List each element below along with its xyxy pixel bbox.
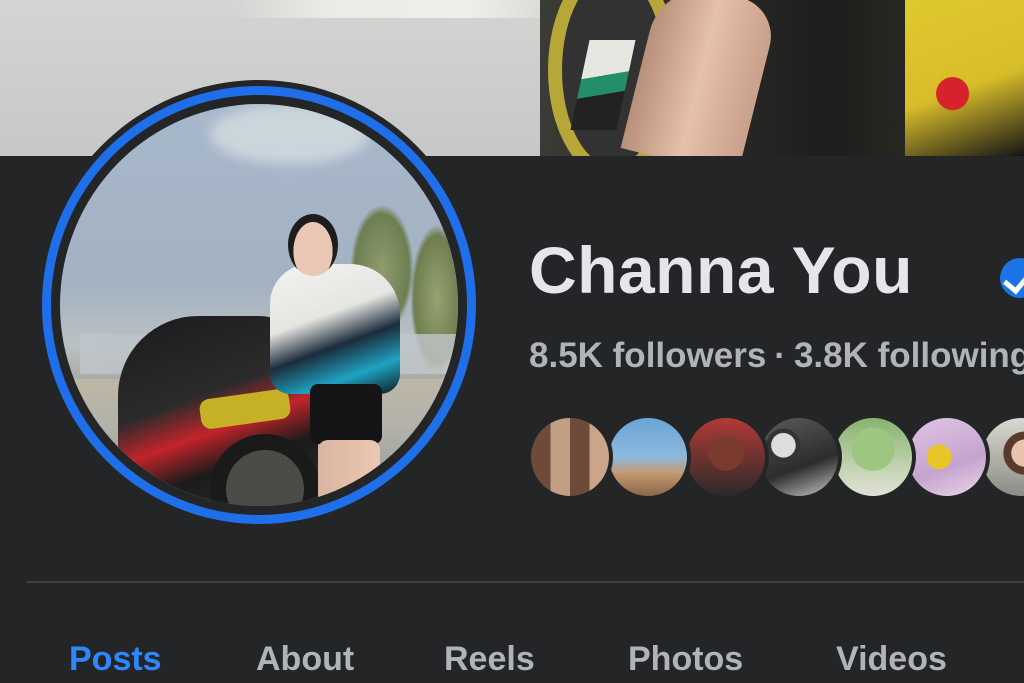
friend-avatar[interactable] [830, 414, 916, 500]
photo-person-jacket [270, 264, 400, 394]
mutual-friends-avatars [527, 414, 1024, 500]
tab-reels[interactable]: Reels [444, 640, 535, 679]
followers-link[interactable]: 8.5K followers [529, 336, 766, 375]
profile-picture[interactable] [60, 104, 458, 506]
photo-person-skirt [310, 384, 382, 444]
profile-stats: 8.5K followers · 3.8K following [529, 336, 1024, 376]
profile-picture-ring[interactable] [36, 80, 482, 530]
friend-avatar[interactable] [683, 414, 769, 500]
following-link[interactable]: 3.8K following [794, 336, 1024, 375]
friend-avatar[interactable] [605, 414, 691, 500]
friend-avatar[interactable] [527, 414, 613, 500]
photo-person-legs [318, 440, 380, 506]
photo-cloud [210, 104, 370, 164]
profile-name: Channa You [529, 233, 913, 307]
photo-person-head [288, 214, 338, 276]
tab-posts[interactable]: Posts [69, 640, 162, 679]
profile-tabs: Posts About Reels Photos Videos [0, 640, 1024, 683]
section-divider [27, 581, 1024, 583]
tab-photos[interactable]: Photos [628, 640, 743, 679]
cover-fairing [905, 0, 1024, 156]
friend-avatar[interactable] [904, 414, 990, 500]
profile-picture-frame [51, 95, 467, 515]
tab-about[interactable]: About [256, 640, 354, 679]
profile-page: Channa You 8.5K followers · 3.8K following… [0, 0, 1024, 683]
stats-separator: · [774, 336, 786, 375]
verified-badge-icon[interactable] [1000, 258, 1024, 298]
tab-videos[interactable]: Videos [836, 640, 947, 679]
cover-road-stripe [230, 0, 570, 18]
